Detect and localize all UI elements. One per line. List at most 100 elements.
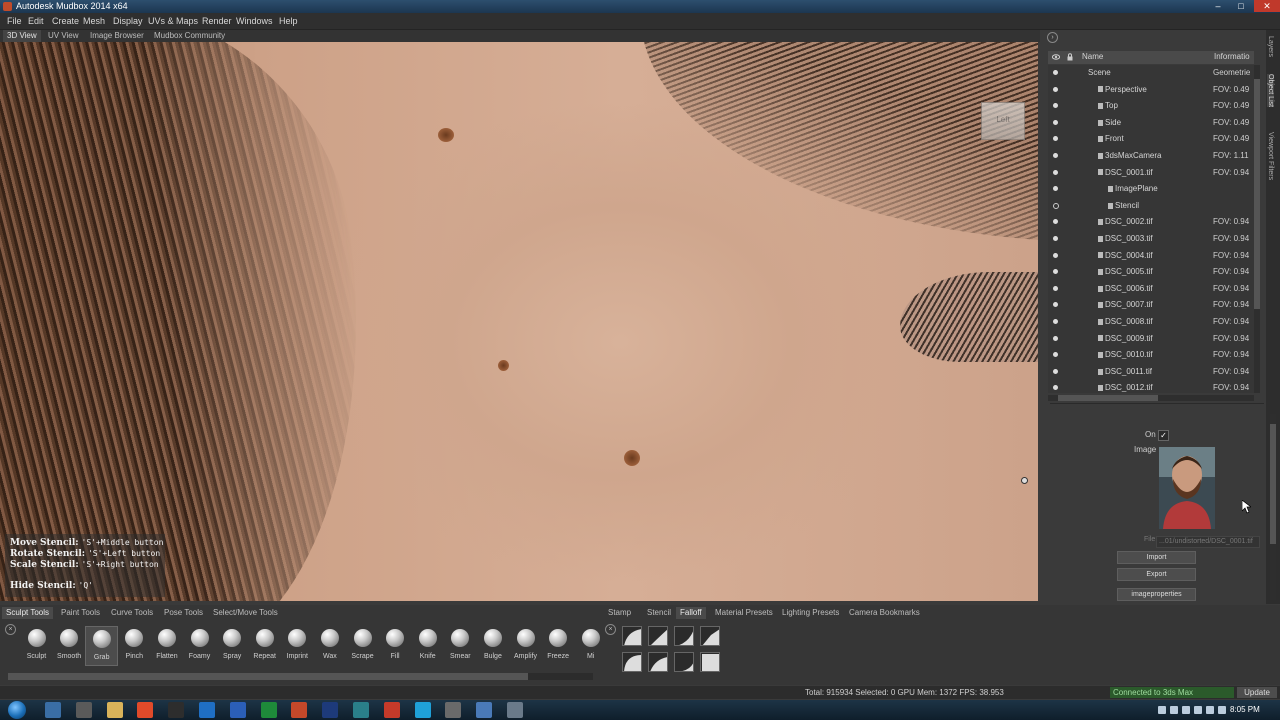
tool-foamy[interactable]: Foamy (183, 626, 216, 666)
outliner-row-dsc-0003-tif[interactable]: DSC_0003.tif FOV: 0.94 (1048, 231, 1254, 247)
tab-viewport-filters[interactable]: Viewport Filters (1267, 132, 1274, 180)
close-button[interactable]: ✕ (1254, 0, 1280, 12)
tray-volume-icon[interactable] (1194, 706, 1202, 714)
tray-power-icon[interactable] (1206, 706, 1214, 714)
import-button[interactable]: Import (1117, 551, 1196, 564)
tab-object-list[interactable]: Object List (1267, 74, 1274, 108)
column-name[interactable]: Name (1082, 52, 1103, 61)
menu-uvs-maps[interactable]: UVs & Maps (148, 16, 198, 26)
tool-scrape[interactable]: Scrape (346, 626, 379, 666)
tool-spray[interactable]: Spray (216, 626, 249, 666)
taskbar-app-icon[interactable] (291, 702, 308, 718)
menu-mesh[interactable]: Mesh (83, 16, 105, 26)
outliner-row-stencil[interactable]: Stencil (1048, 198, 1254, 214)
tab-material-presets[interactable]: Material Presets (711, 607, 777, 619)
image-properties-button[interactable]: imageproperties (1117, 588, 1196, 601)
view-cube[interactable]: Left (981, 102, 1025, 140)
tab-lighting-presets[interactable]: Lighting Presets (778, 607, 843, 619)
tab-uv-view[interactable]: UV View (44, 30, 83, 42)
falloff-preset[interactable] (674, 626, 694, 646)
taskbar-app-icon[interactable] (199, 702, 215, 718)
start-button[interactable] (6, 700, 28, 720)
tab-select-move-tools[interactable]: Select/Move Tools (209, 607, 282, 619)
tab-curve-tools[interactable]: Curve Tools (107, 607, 157, 619)
file-path-field[interactable]: ...01/undistorted/DSC_0001.tif (1156, 536, 1260, 548)
stencil-image-thumbnail[interactable] (1159, 447, 1215, 529)
tab-camera-bookmarks[interactable]: Camera Bookmarks (845, 607, 924, 619)
outliner-row-scene[interactable]: Scene Geometrie (1048, 65, 1254, 81)
taskbar-app-icon[interactable] (507, 702, 523, 718)
tray-arrow-icon[interactable] (1158, 706, 1166, 714)
falloff-preset[interactable] (622, 652, 642, 672)
outliner-row-dsc-0004-tif[interactable]: DSC_0004.tif FOV: 0.94 (1048, 248, 1254, 264)
scrollbar-thumb[interactable] (1058, 395, 1158, 401)
tool-fill[interactable]: Fill (379, 626, 412, 666)
taskbar-app-icon[interactable] (137, 702, 154, 718)
outliner-row-3dsmaxcamera[interactable]: 3dsMaxCamera FOV: 1.11 (1048, 148, 1254, 164)
outliner-row-dsc-0005-tif[interactable]: DSC_0005.tif FOV: 0.94 (1048, 264, 1254, 280)
visibility-eye-icon[interactable] (1053, 385, 1058, 391)
menu-help[interactable]: Help (279, 16, 298, 26)
outliner-row-dsc-0010-tif[interactable]: DSC_0010.tif FOV: 0.94 (1048, 347, 1254, 363)
collapse-panel-icon[interactable]: › (1047, 32, 1058, 43)
3d-viewport[interactable]: Left (0, 42, 1038, 601)
tab-falloff[interactable]: Falloff (676, 607, 706, 619)
tool-smear[interactable]: Smear (444, 626, 477, 666)
tool-knife[interactable]: Knife (411, 626, 444, 666)
menu-windows[interactable]: Windows (236, 16, 273, 26)
tool-bulge[interactable]: Bulge (476, 626, 509, 666)
export-button[interactable]: Export (1117, 568, 1196, 581)
tool-freeze[interactable]: Freeze (542, 626, 575, 666)
close-tray-icon[interactable]: × (5, 624, 16, 635)
visibility-eye-icon[interactable] (1053, 368, 1058, 374)
object-list-hscrollbar[interactable] (1048, 395, 1254, 401)
taskbar-app-icon[interactable] (353, 702, 369, 718)
outliner-row-dsc-0007-tif[interactable]: DSC_0007.tif FOV: 0.94 (1048, 297, 1254, 313)
tool-wax[interactable]: Wax (313, 626, 346, 666)
visibility-eye-icon[interactable] (1053, 285, 1058, 291)
tab-3d-view[interactable]: 3D View (3, 30, 41, 42)
falloff-preset[interactable] (648, 652, 668, 672)
tool-mi[interactable]: Mi (574, 626, 607, 666)
menu-create[interactable]: Create (52, 16, 79, 26)
menu-file[interactable]: File (7, 16, 22, 26)
menu-render[interactable]: Render (202, 16, 232, 26)
tool-pinch[interactable]: Pinch (118, 626, 151, 666)
taskbar-app-icon[interactable] (445, 702, 462, 718)
tool-tray-scrollbar[interactable] (8, 673, 593, 680)
scrollbar-thumb[interactable] (1254, 79, 1260, 309)
visibility-eye-icon[interactable] (1053, 352, 1058, 358)
falloff-preset[interactable] (674, 652, 694, 672)
tab-stencil[interactable]: Stencil (643, 607, 675, 619)
taskbar-app-icon[interactable] (383, 702, 400, 718)
outliner-row-imageplane[interactable]: ImagePlane (1048, 181, 1254, 197)
taskbar-app-icon[interactable] (75, 702, 92, 718)
visibility-eye-icon[interactable] (1053, 236, 1058, 241)
menu-display[interactable]: Display (113, 16, 143, 26)
falloff-preset[interactable] (700, 652, 720, 672)
outliner-row-dsc-0002-tif[interactable]: DSC_0002.tif FOV: 0.94 (1048, 214, 1254, 230)
taskbar-app-icon[interactable] (106, 702, 123, 718)
visibility-eye-icon[interactable] (1053, 202, 1059, 209)
outliner-row-top[interactable]: Top FOV: 0.49 (1048, 98, 1254, 114)
visibility-eye-icon[interactable] (1053, 319, 1058, 324)
tray-network-icon[interactable] (1182, 706, 1190, 714)
taskbar-app-icon[interactable] (168, 702, 185, 718)
tab-paint-tools[interactable]: Paint Tools (57, 607, 104, 619)
taskbar-app-icon[interactable] (476, 702, 493, 718)
menu-edit[interactable]: Edit (28, 16, 44, 26)
update-button[interactable]: Update (1237, 687, 1277, 698)
taskbar-app-icon[interactable] (45, 702, 61, 718)
column-information[interactable]: Informatio (1214, 52, 1250, 61)
outliner-row-dsc-0011-tif[interactable]: DSC_0011.tif FOV: 0.94 (1048, 364, 1254, 380)
visibility-eye-icon[interactable] (1053, 86, 1058, 92)
visibility-eye-icon[interactable] (1053, 136, 1058, 142)
visibility-eye-icon[interactable] (1053, 302, 1058, 308)
taskbar-app-icon[interactable] (414, 702, 431, 718)
visibility-eye-icon[interactable] (1053, 119, 1058, 125)
visibility-eye-icon[interactable] (1053, 169, 1058, 175)
properties-scrollbar[interactable] (1270, 414, 1276, 600)
tab-mudbox-community[interactable]: Mudbox Community (150, 30, 229, 42)
falloff-preset[interactable] (700, 626, 720, 646)
outliner-row-dsc-0006-tif[interactable]: DSC_0006.tif FOV: 0.94 (1048, 281, 1254, 297)
